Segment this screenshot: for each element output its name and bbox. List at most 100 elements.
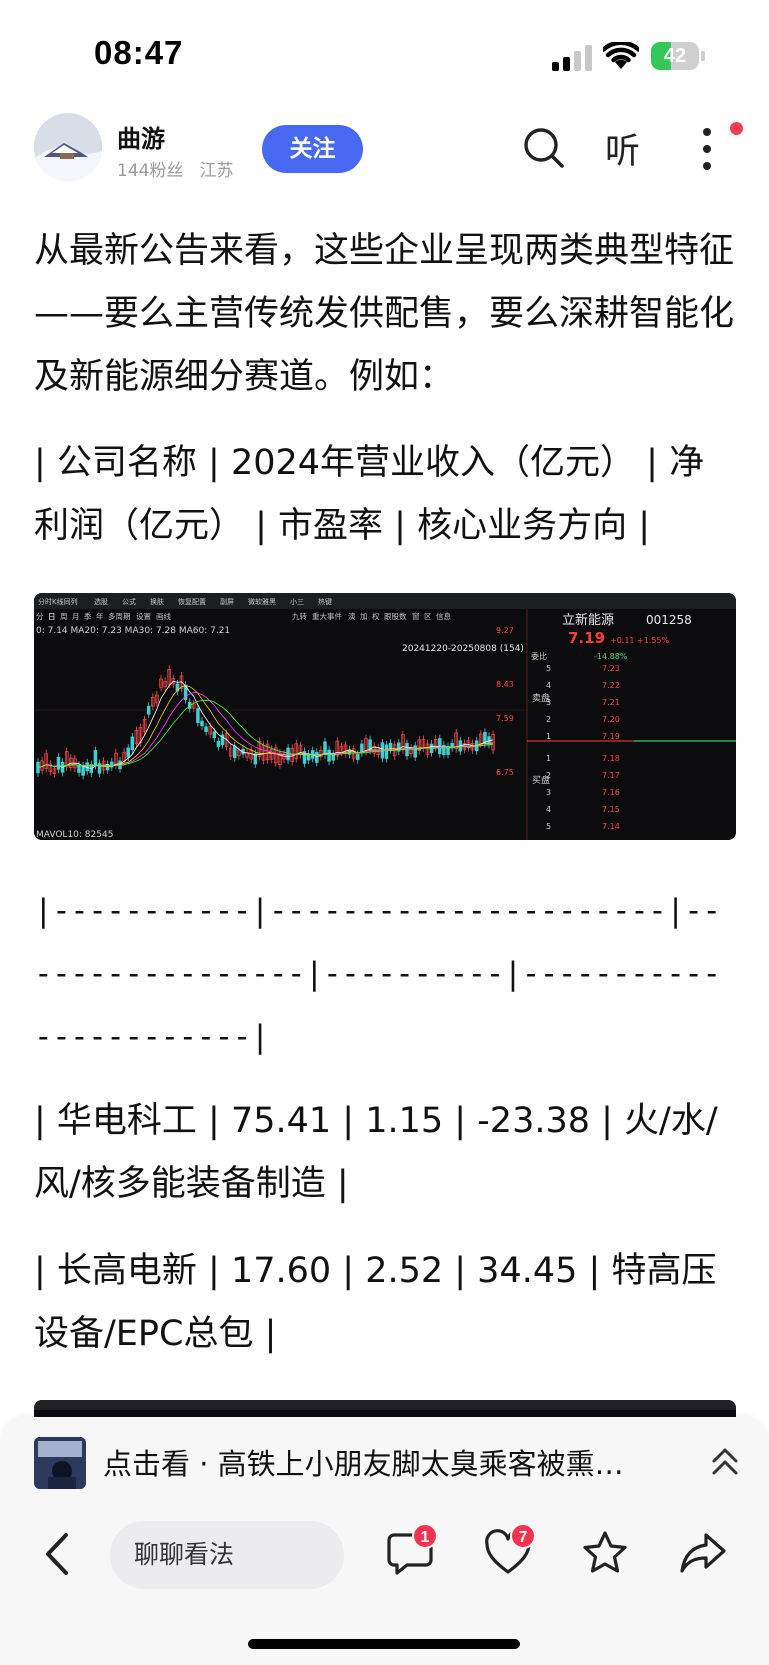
- order-level: 1: [546, 732, 551, 741]
- candlestick-body: [327, 749, 331, 762]
- candlestick-body: [212, 731, 217, 739]
- order-ratio: -14.88%: [594, 652, 628, 661]
- order-price: 7.21: [602, 698, 620, 707]
- order-level: 4: [546, 681, 551, 690]
- battery-level: 42: [663, 45, 687, 67]
- order-ratio-header: 委比: [531, 651, 547, 661]
- range-label: 20241220-20250808 (154): [402, 644, 524, 654]
- order-level: 3: [546, 788, 551, 797]
- cellular-signal-icon: [552, 45, 592, 71]
- listen-button[interactable]: 听: [605, 123, 640, 174]
- home-indicator: [248, 1639, 520, 1649]
- chart-toolbar-item: 权: [372, 611, 380, 621]
- recommendation-bar[interactable]: 点击看 · 高铁上小朋友脚太臭乘客被熏…: [0, 1417, 769, 1507]
- order-price: 7.23: [602, 664, 620, 673]
- follow-button[interactable]: 关注: [262, 125, 363, 173]
- author-location: 江苏: [199, 161, 234, 181]
- chart-toolbar-item: 热键: [318, 597, 332, 606]
- price-axis-label: 7.59: [496, 714, 514, 723]
- battery-icon: 42: [651, 42, 705, 70]
- order-level: 2: [546, 715, 551, 724]
- wifi-icon: [603, 42, 639, 69]
- article-paragraph: 从最新公告来看，这些企业呈现两类典型特征——要么主营传统发供配售，要么深耕智能化…: [34, 231, 735, 397]
- author-header: 曲游 144粉丝 江苏 关注 听: [0, 108, 769, 200]
- candlestick-body: [438, 738, 442, 755]
- like-count-badge: 7: [510, 1523, 536, 1549]
- chart-period-tab: 画线: [156, 611, 171, 621]
- chart-period-tab: 月: [72, 612, 80, 621]
- order-level: 5: [546, 664, 551, 673]
- article-table-row: | 华电科工 | 75.41 | 1.15 | -23.38 | 火/水/风/核…: [34, 1101, 718, 1204]
- stock-code: 001258: [646, 613, 692, 627]
- candlestick-body: [233, 745, 237, 759]
- order-level: 5: [546, 822, 551, 831]
- chart-toolbar-item: 九转: [292, 611, 307, 621]
- chart-toolbar-item: 小三: [290, 597, 304, 606]
- candlestick-body: [356, 753, 360, 760]
- chart-period-tab: 分: [36, 612, 44, 621]
- volume-label: MAVOL10: 82545: [36, 830, 113, 840]
- author-meta: 144粉丝 江苏: [117, 156, 249, 181]
- chart-period-tab: 季: [84, 611, 92, 621]
- chart-period-tab: 日: [48, 612, 56, 621]
- chart-toolbar-item: 恢复配置: [178, 597, 206, 606]
- candlestick-body: [77, 764, 81, 773]
- chart-toolbar-item: 跟股数: [384, 611, 407, 621]
- candlestick-body: [384, 744, 389, 759]
- candlestick-body: [130, 736, 135, 751]
- share-icon[interactable]: [678, 1529, 728, 1577]
- chart-toolbar-item: 副屏: [220, 597, 234, 606]
- stock-price: 7.19: [568, 629, 605, 647]
- recommendation-thumbnail[interactable]: [34, 1437, 86, 1489]
- chart-toolbar-item: 区: [424, 612, 432, 621]
- author-name[interactable]: 曲游: [117, 119, 165, 154]
- stock-change: +0.11: [610, 636, 635, 645]
- order-price: 7.14: [602, 822, 620, 831]
- comment-count-badge: 1: [412, 1523, 438, 1549]
- article-table-row: | 长高电新 | 17.60 | 2.52 | 34.45 | 特高压设备/EP…: [34, 1251, 717, 1354]
- comment-input[interactable]: 聊聊看法: [110, 1521, 344, 1589]
- order-level: 1: [546, 754, 551, 763]
- chart-toolbar-item: 窗: [412, 611, 420, 621]
- status-time: 08:47: [94, 34, 184, 71]
- article-table-header: | 公司名称 | 2024年营业收入（亿元） | 净利润（亿元） | 市盈率 |…: [34, 443, 705, 546]
- price-axis-label: 6.75: [496, 768, 514, 777]
- chart-period-tab: 年: [96, 611, 104, 621]
- order-price: 7.15: [602, 805, 620, 814]
- sell-label: 卖盘: [532, 692, 550, 704]
- bottom-toolbar: 聊聊看法 1 7: [0, 1507, 769, 1665]
- candlestick-body: [315, 751, 319, 763]
- avatar[interactable]: [34, 113, 102, 181]
- star-icon[interactable]: [580, 1529, 630, 1577]
- candlestick-body: [93, 750, 98, 766]
- search-icon[interactable]: [523, 127, 565, 169]
- chart-toolbar-item: 重大事件: [312, 611, 342, 621]
- status-bar: 08:47 42: [0, 0, 769, 108]
- candlestick-body: [146, 705, 151, 715]
- order-price: 7.18: [602, 754, 620, 763]
- price-axis-label: 8.43: [496, 680, 514, 689]
- order-price: 7.19: [602, 732, 620, 741]
- chart-toolbar-item: 演: [348, 611, 356, 621]
- chart-toolbar-item: 加: [360, 611, 368, 621]
- candlestick-body: [323, 741, 327, 756]
- more-options-icon[interactable]: [694, 126, 720, 172]
- stock-chart-image[interactable]: 分时K线同列 选股 公式 换肤 恢复配置 副屏 微软雅黑 小三 热键 分日周月季年多周期 设置 画线…: [34, 593, 736, 840]
- recommendation-text[interactable]: 点击看 · 高铁上小朋友脚太臭乘客被熏…: [103, 1441, 673, 1483]
- expand-up-icon[interactable]: [710, 1445, 740, 1479]
- chart-period-tab: 多周期: [108, 611, 131, 621]
- order-price: 7.16: [602, 788, 620, 797]
- candlestick-body: [204, 726, 208, 732]
- chart-toolbar-item: 信息: [436, 611, 451, 621]
- chart-period-tab: 周: [60, 612, 68, 621]
- stock-change-pct: +1.55%: [637, 636, 670, 645]
- order-price: 7.17: [602, 771, 620, 780]
- article-table-separator: |-----------|----------------------|----…: [34, 893, 721, 1055]
- order-price: 7.20: [602, 715, 620, 724]
- chart-toolbar-item: 换肤: [150, 597, 164, 606]
- candlestick-body: [216, 741, 221, 747]
- order-price: 7.22: [602, 681, 620, 690]
- back-arrow-icon[interactable]: [40, 1529, 76, 1579]
- stock-name: 立新能源: [562, 612, 614, 628]
- chart-toolbar-item: 选股: [94, 597, 108, 606]
